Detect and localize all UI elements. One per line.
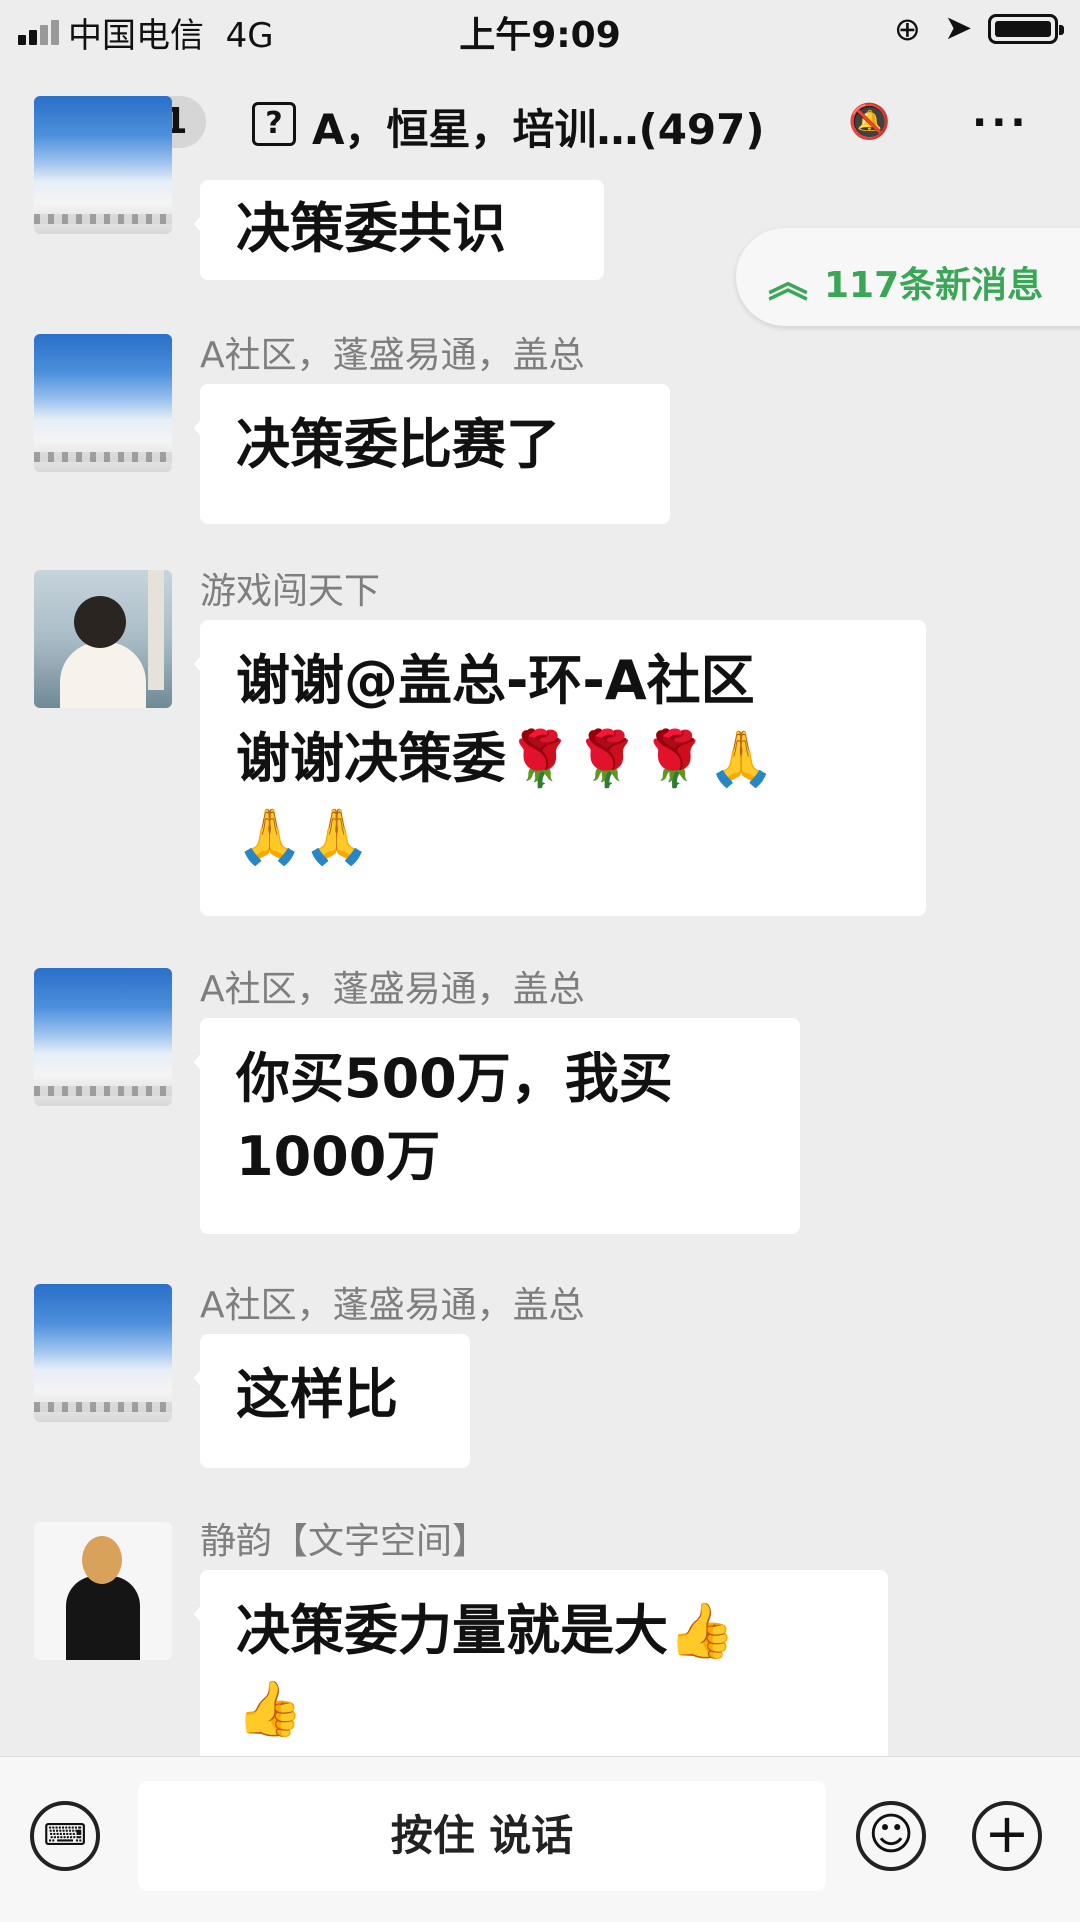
avatar[interactable]: [34, 570, 172, 708]
message-bubble[interactable]: 决策委力量就是大👍 👍: [194, 1570, 888, 1770]
input-bar: ⌨ 按住 说话 ☺ +: [0, 1756, 1080, 1922]
sender-name: A社区，蓬盛易通，盖总: [200, 969, 585, 1010]
avatar[interactable]: [34, 96, 172, 234]
group-icon: ?: [252, 102, 296, 146]
battery-icon: [988, 14, 1064, 44]
avatar[interactable]: [34, 334, 172, 472]
mute-bell-icon: 🔕: [848, 102, 891, 142]
lock-rotation-icon: ⊕: [894, 10, 921, 48]
location-arrow-icon: ➤: [944, 8, 973, 48]
sender-name: A社区，蓬盛易通，盖总: [200, 1285, 585, 1326]
plus-icon[interactable]: +: [972, 1801, 1042, 1871]
chevron-up-double-icon: ︽: [768, 260, 808, 306]
keyboard-icon[interactable]: ⌨: [30, 1801, 100, 1871]
avatar[interactable]: [34, 968, 172, 1106]
emoji-icon[interactable]: ☺: [856, 1801, 926, 1871]
message-bubble[interactable]: 你买500万，我买 1000万: [194, 1018, 800, 1234]
message-bubble[interactable]: 决策委比赛了: [194, 384, 670, 524]
new-messages-label: 117条新消息: [824, 265, 1044, 306]
avatar[interactable]: [34, 1522, 172, 1660]
avatar[interactable]: [34, 1284, 172, 1422]
hold-to-talk-button[interactable]: 按住 说话: [138, 1781, 826, 1891]
status-bar: 中国电信 4G 上午9:09 ⊕ ➤: [0, 0, 1080, 60]
message-bubble[interactable]: 这样比: [194, 1334, 470, 1468]
new-messages-pill[interactable]: ︽ 117条新消息: [736, 228, 1080, 326]
message-bubble[interactable]: 决策委共识: [194, 180, 604, 280]
member-count: (497): [638, 105, 765, 154]
sender-name: 游戏闯天下: [200, 571, 381, 612]
chat-title[interactable]: A，恒星，培训…(497): [312, 96, 765, 157]
sender-name: A社区，蓬盛易通，盖总: [200, 335, 585, 376]
sender-name: 静韵【文字空间】: [200, 1521, 489, 1562]
more-icon[interactable]: ···: [972, 100, 1030, 146]
message-bubble[interactable]: 谢谢@盖总-环-A社区 谢谢决策委🌹🌹🌹🙏 🙏🙏: [194, 620, 926, 916]
